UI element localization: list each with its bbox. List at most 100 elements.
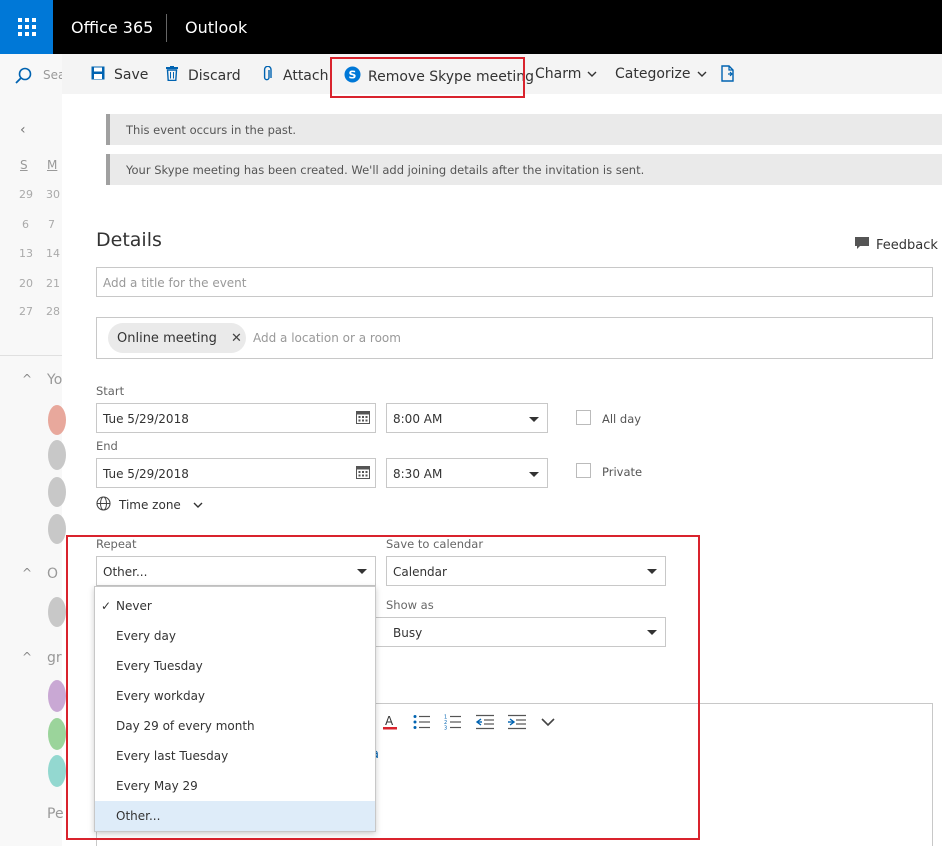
- categorize-dropdown[interactable]: Categorize: [615, 66, 707, 82]
- repeat-option-label: Other...: [116, 809, 161, 823]
- time-zone-label: Time zone: [119, 498, 181, 512]
- start-date-picker[interactable]: Tue 5/29/2018: [96, 403, 376, 433]
- avatar[interactable]: [48, 597, 66, 627]
- chevron-left-icon[interactable]: ‹: [20, 122, 26, 138]
- avatar[interactable]: [48, 440, 66, 470]
- sidebar-divider: [0, 355, 62, 356]
- time-zone-toggle[interactable]: Time zone: [96, 496, 203, 514]
- chevron-up-icon[interactable]: ^: [22, 566, 32, 580]
- avatar[interactable]: [48, 405, 66, 435]
- avatar[interactable]: [48, 514, 66, 544]
- all-day-checkbox[interactable]: [576, 410, 591, 425]
- save-button[interactable]: Save: [90, 66, 148, 84]
- app-launcher-button[interactable]: [0, 0, 53, 54]
- end-label: End: [96, 439, 118, 453]
- repeat-option-label: Day 29 of every month: [116, 719, 255, 733]
- discard-label: Discard: [188, 67, 241, 84]
- past-event-notice: This event occurs in the past.: [106, 114, 942, 145]
- group-label[interactable]: Yo: [47, 372, 62, 388]
- save-icon: [90, 66, 106, 84]
- private-checkbox[interactable]: [576, 463, 591, 478]
- app-name[interactable]: Outlook: [185, 18, 247, 37]
- calendar-day[interactable]: 30: [46, 188, 60, 201]
- title-placeholder: Add a title for the event: [103, 276, 247, 290]
- repeat-option-label: Every workday: [116, 689, 206, 703]
- repeat-option-yearly[interactable]: Every May 29: [95, 771, 375, 801]
- charm-label: Charm: [535, 66, 582, 82]
- avatar[interactable]: [48, 718, 66, 750]
- skype-created-notice: Your Skype meeting has been created. We'…: [106, 154, 942, 185]
- brand-title[interactable]: Office 365: [71, 18, 153, 37]
- event-title-input[interactable]: Add a title for the event: [96, 267, 933, 297]
- chevron-down-icon: [529, 417, 539, 422]
- chevron-down-icon: [193, 498, 203, 512]
- calendar-day[interactable]: 13: [19, 247, 33, 260]
- search-icon[interactable]: [14, 66, 34, 86]
- close-icon[interactable]: ✕: [231, 331, 242, 346]
- location-chip-label: Online meeting: [117, 330, 217, 346]
- group-label[interactable]: O: [47, 566, 58, 582]
- all-day-label: All day: [602, 412, 642, 426]
- calendar-icon[interactable]: [356, 466, 370, 482]
- start-time-select[interactable]: 8:00 AM: [386, 403, 548, 433]
- calendar-day[interactable]: 20: [19, 277, 33, 290]
- calendar-day[interactable]: 21: [46, 277, 60, 290]
- location-chip: Online meeting ✕: [108, 323, 246, 353]
- comment-icon: [854, 236, 870, 254]
- calendar-day[interactable]: 28: [46, 305, 60, 318]
- start-label: Start: [96, 384, 125, 398]
- chevron-up-icon[interactable]: ^: [22, 372, 32, 386]
- chevron-down-icon: [529, 472, 539, 477]
- private-label: Private: [602, 465, 643, 479]
- repeat-option-monthly[interactable]: Day 29 of every month: [95, 711, 375, 741]
- attach-label: Attach: [283, 68, 329, 84]
- repeat-dropdown-menu: ✓ Never Every day Every Tuesday Every wo…: [94, 586, 376, 832]
- trash-icon: [164, 66, 180, 85]
- header-divider: [166, 14, 167, 42]
- day-header: S: [20, 158, 28, 172]
- repeat-option-every-workday[interactable]: Every workday: [95, 681, 375, 711]
- feedback-button[interactable]: Feedback: [854, 236, 938, 254]
- save-label: Save: [114, 67, 149, 83]
- calendar-day[interactable]: 14: [46, 247, 60, 260]
- location-placeholder: Add a location or a room: [253, 331, 401, 345]
- repeat-option-every-tuesday[interactable]: Every Tuesday: [95, 651, 375, 681]
- avatar[interactable]: [48, 680, 66, 712]
- avatar[interactable]: [48, 755, 66, 787]
- calendar-day[interactable]: 6: [22, 218, 29, 231]
- calendar-day[interactable]: 7: [48, 218, 55, 231]
- charm-dropdown[interactable]: Charm: [535, 66, 597, 82]
- start-date-value: Tue 5/29/2018: [103, 412, 189, 426]
- checkmark-icon: ✓: [101, 599, 112, 613]
- globe-icon: [96, 496, 111, 514]
- repeat-option-last-tuesday[interactable]: Every last Tuesday: [95, 741, 375, 771]
- repeat-option-every-day[interactable]: Every day: [95, 621, 375, 651]
- paperclip-icon: [259, 65, 275, 86]
- document-icon[interactable]: [721, 65, 735, 85]
- chevron-down-icon: [697, 66, 707, 82]
- repeat-option-label: Every May 29: [116, 779, 198, 793]
- group-label[interactable]: gr: [47, 650, 62, 666]
- people-label[interactable]: Pe: [47, 806, 64, 822]
- end-time-value: 8:30 AM: [393, 467, 443, 481]
- day-header: M: [47, 158, 58, 172]
- repeat-option-label: Never: [116, 599, 152, 613]
- calendar-day[interactable]: 29: [19, 188, 33, 201]
- waffle-icon: [17, 18, 36, 36]
- attach-button[interactable]: Attach: [259, 65, 329, 86]
- repeat-option-never[interactable]: ✓ Never: [95, 591, 375, 621]
- repeat-option-label: Every day: [116, 629, 176, 643]
- chevron-down-icon: [587, 66, 597, 82]
- discard-button[interactable]: Discard: [164, 66, 241, 85]
- end-time-select[interactable]: 8:30 AM: [386, 458, 548, 488]
- calendar-day[interactable]: 27: [19, 305, 33, 318]
- end-date-picker[interactable]: Tue 5/29/2018: [96, 458, 376, 488]
- chevron-up-icon[interactable]: ^: [22, 650, 32, 664]
- calendar-icon[interactable]: [356, 411, 370, 427]
- repeat-option-label: Every last Tuesday: [116, 749, 229, 763]
- categorize-label: Categorize: [615, 66, 691, 82]
- repeat-option-other[interactable]: Other...: [95, 801, 375, 831]
- end-date-value: Tue 5/29/2018: [103, 467, 189, 481]
- avatar[interactable]: [48, 477, 66, 507]
- start-time-value: 8:00 AM: [393, 412, 443, 426]
